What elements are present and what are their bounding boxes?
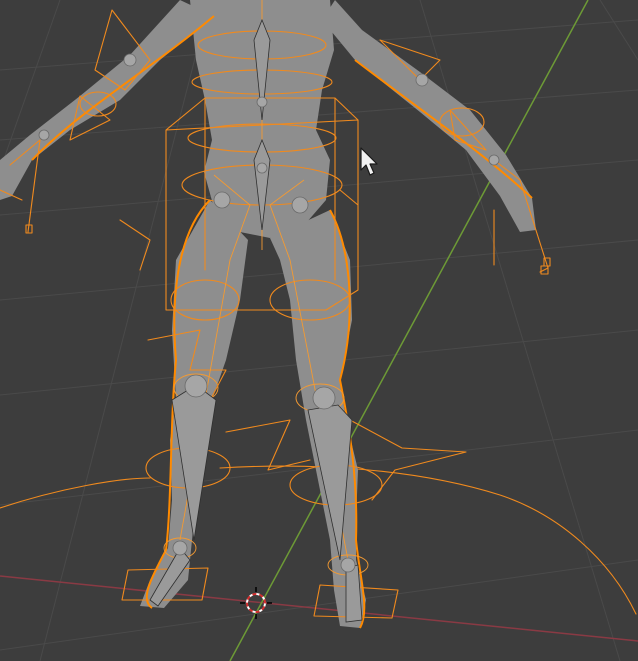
root-controller[interactable] [0, 465, 637, 615]
viewport-canvas[interactable] [0, 0, 638, 661]
3d-viewport[interactable] [0, 0, 638, 661]
mouse-pointer-icon [360, 147, 378, 176]
x-axis-line [0, 575, 638, 642]
